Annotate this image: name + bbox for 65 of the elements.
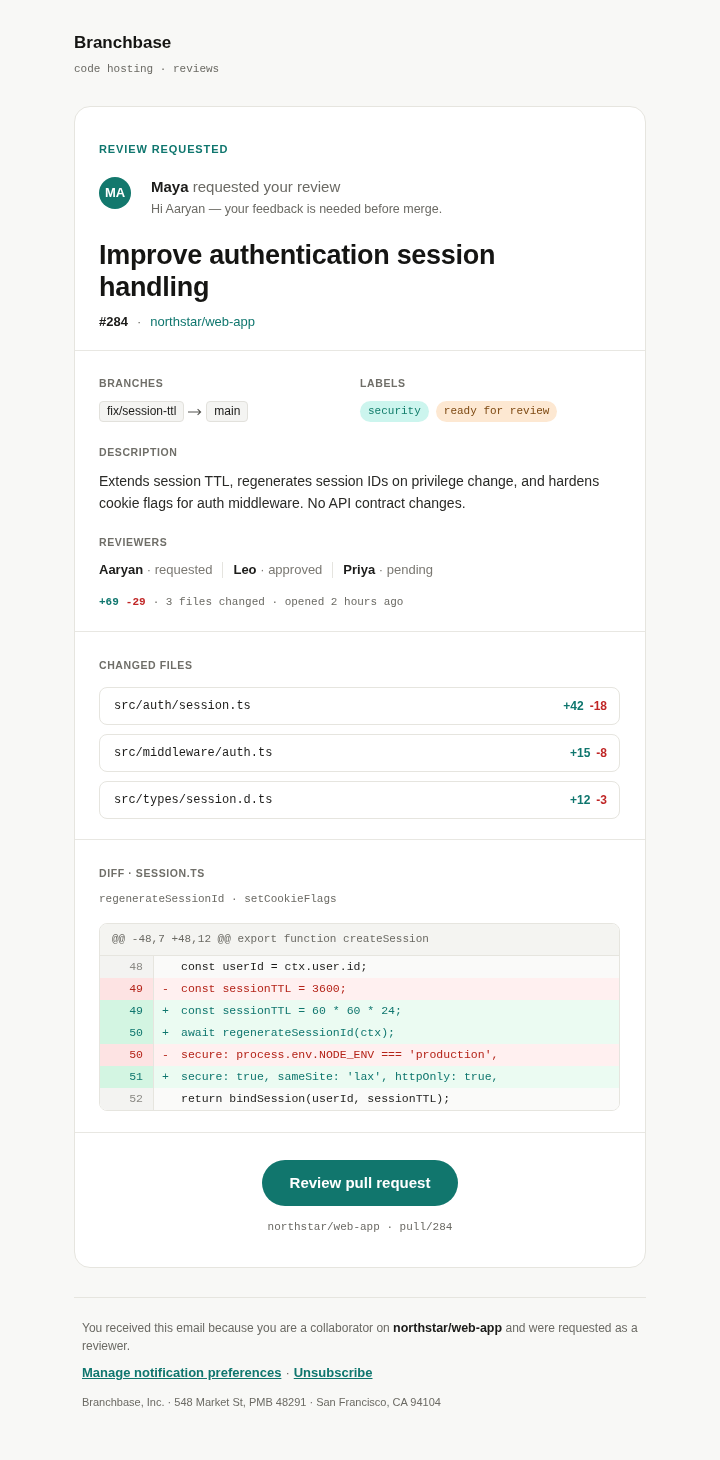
description-text: Extends session TTL, regenerates session IDs on privilege change, and hardens cookie flags for auth middleware. No API contract changes.	[99, 472, 601, 513]
code-text: secure: process.env.NODE_ENV === 'production',	[181, 1047, 500, 1063]
eyebrow-label: REVIEW REQUESTED	[99, 142, 229, 157]
line-number: 52	[100, 1088, 154, 1110]
pr-number: #284	[99, 313, 128, 331]
brand-name: Branchbase	[74, 32, 172, 54]
reviewer-status: Leo · approved	[233, 561, 323, 579]
repo-link[interactable]: northstar/web-app	[150, 312, 256, 332]
line-number: 51	[100, 1066, 154, 1088]
section-heading: REVIEWERS	[99, 535, 168, 550]
section-heading: CHANGED FILES	[99, 658, 193, 673]
function-names: regenerateSessionId · setCookieFlags	[99, 892, 337, 907]
diff-sign: +	[161, 1025, 170, 1041]
hunk-header: @@ -48,7 +48,12 @@ export function createSession	[100, 924, 619, 956]
reviewer-status: Aaryan · requested	[99, 561, 213, 579]
code-text: const userId = ctx.user.id;	[181, 959, 369, 975]
pull-request-path: northstar/web-app · pull/284	[267, 1220, 453, 1235]
request-message: Hi Aaryan — your feedback is needed before merge.	[151, 201, 443, 218]
arrow-icon	[188, 407, 203, 416]
section-heading: LABELS	[360, 376, 406, 391]
request-headline: Maya requested your review	[151, 177, 342, 197]
company-address: Branchbase, Inc. · 548 Market St, PMB 48291 · San Francisco, CA 94104	[82, 1395, 441, 1410]
line-number: 50	[100, 1022, 154, 1044]
file-path: src/middleware/auth.ts	[114, 745, 273, 762]
change-summary: · 3 files changed · opened 2 hours ago	[152, 595, 404, 610]
deletions-count: -8	[596, 745, 607, 762]
additions-count: +69	[99, 595, 119, 610]
code-text: secure: true, sameSite: 'lax', httpOnly: true,	[181, 1069, 500, 1085]
file-path: src/types/session.d.ts	[114, 792, 273, 809]
line-number: 48	[100, 956, 154, 978]
file-path: src/auth/session.ts	[114, 698, 251, 715]
separator: ·	[136, 313, 142, 331]
branch-chip: main	[206, 401, 249, 422]
code-text: await regenerateSessionId(ctx);	[181, 1025, 396, 1041]
diff-sign: +	[161, 1069, 170, 1085]
deletions-count: -18	[589, 698, 607, 715]
footer-notice: You received this email because you are a collaborator on northstar/web-app and were requested as a reviewer.	[82, 1320, 638, 1355]
additions-count: +42	[563, 698, 584, 715]
footer-link[interactable]: Manage notification preferences	[82, 1363, 282, 1383]
deletions-count: -3	[596, 792, 607, 809]
label-tag: ready for review	[435, 401, 558, 422]
code-text: const sessionTTL = 3600;	[181, 981, 348, 997]
code-text: const sessionTTL = 60 * 60 * 24;	[181, 1003, 403, 1019]
reviewer-status: Priya · pending	[343, 561, 433, 579]
line-number: 50	[100, 1044, 154, 1066]
review-button[interactable]: Review pull request	[261, 1160, 459, 1206]
diff-sign: -	[161, 981, 170, 997]
diff-sign: -	[161, 1047, 170, 1063]
avatar: MA	[99, 177, 131, 209]
section-heading: BRANCHES	[99, 376, 164, 391]
code-text: return bindSession(userId, sessionTTL);	[181, 1091, 452, 1107]
separator: ·	[285, 1364, 290, 1382]
branch-chip: fix/session-ttl	[99, 401, 185, 422]
additions-count: +15	[569, 745, 591, 762]
pull-request-title: Improve authentication session handling	[99, 239, 497, 303]
footer-link[interactable]: Unsubscribe	[293, 1363, 373, 1383]
additions-count: +12	[569, 792, 591, 809]
section-heading: DESCRIPTION	[99, 445, 178, 460]
deletions-count: -29	[125, 595, 146, 610]
line-number: 49	[100, 1000, 154, 1022]
line-number: 49	[100, 978, 154, 1000]
brand-tagline: code hosting · reviews	[74, 62, 220, 77]
section-heading: DIFF · SESSION.TS	[99, 866, 205, 881]
diff-sign: +	[161, 1003, 170, 1019]
label-tag: security	[360, 401, 429, 422]
